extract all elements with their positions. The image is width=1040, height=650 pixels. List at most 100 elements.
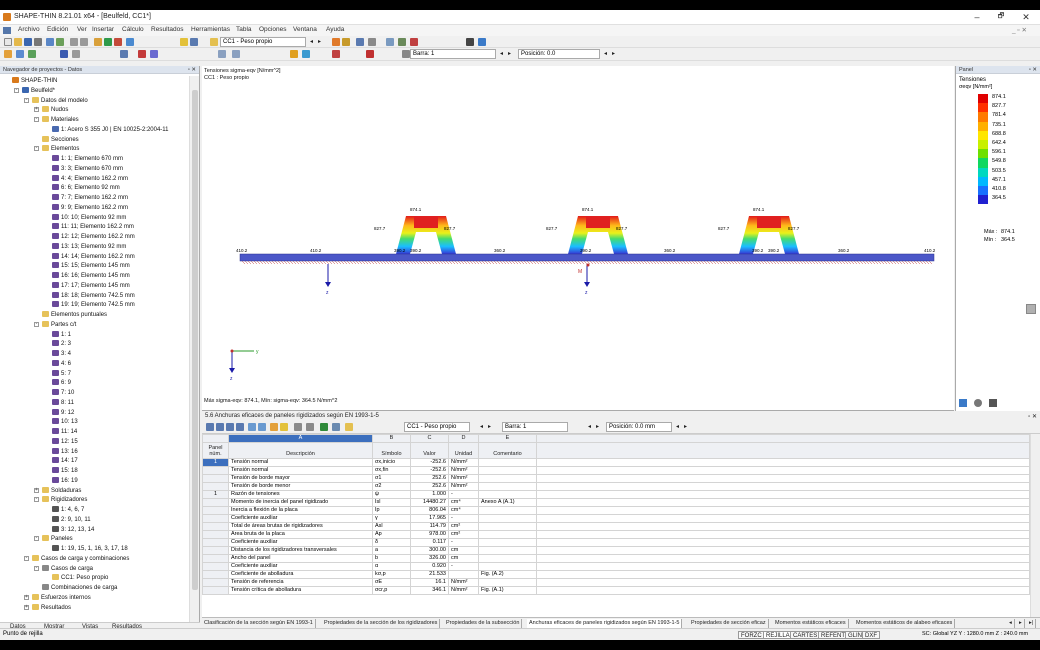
table-icon[interactable]	[46, 38, 54, 46]
panel-print-icon[interactable]	[1026, 304, 1036, 314]
table-cell-panel[interactable]	[202, 578, 229, 587]
restore-button[interactable]: 🗗	[990, 12, 1012, 23]
table-cell-description[interactable]: Ancho del panel	[228, 554, 373, 563]
tree-item[interactable]: 1: Acero S 355 J0 | EN 10025-2:2004-11	[52, 125, 169, 135]
tree-item[interactable]: Materiales	[42, 115, 79, 125]
table-cell-comment[interactable]	[478, 562, 537, 571]
collapse-icon[interactable]: -	[24, 555, 29, 561]
table-cell-description[interactable]: Coeficiente auxiliar	[228, 514, 373, 523]
table-row[interactable]: 1 Razón de tensiones ψ 1.000-	[202, 490, 1030, 499]
collapse-icon[interactable]: -	[34, 321, 39, 327]
expand-icon[interactable]: +	[34, 487, 39, 493]
snap-icon[interactable]	[72, 50, 80, 58]
table-row[interactable]: Coeficiente de abolladura kσ,p 21.533 Fig. …	[202, 570, 1030, 579]
table-cell-unit[interactable]: N/mm²	[448, 578, 479, 587]
expand-icon[interactable]: +	[34, 107, 39, 113]
values-icon[interactable]	[342, 38, 350, 46]
table-cell-panel[interactable]	[202, 554, 229, 563]
section-icon[interactable]	[356, 38, 364, 46]
table-cell-description[interactable]: Coeficiente auxiliar	[228, 538, 373, 547]
status-refent-button[interactable]: REFENT	[818, 631, 848, 639]
table-tool-3-icon[interactable]	[226, 423, 234, 431]
tree-item[interactable]: 12: 12; Elemento 162.2 mm	[52, 232, 135, 242]
table-cell-symbol[interactable]: σcr,p	[372, 586, 411, 595]
menu-opciones[interactable]: Opciones	[259, 26, 286, 33]
table-cell-value[interactable]: 252.6	[410, 474, 449, 483]
table-cell-comment[interactable]	[478, 466, 537, 475]
table-cell-panel[interactable]	[202, 482, 229, 491]
view-model-icon[interactable]	[180, 38, 188, 46]
expand-icon[interactable]: +	[24, 604, 29, 610]
table-cell-unit[interactable]: cm²	[448, 530, 479, 539]
table-controls[interactable]: ▫ ✕	[1028, 413, 1037, 420]
move-icon[interactable]	[16, 50, 24, 58]
node-icon[interactable]	[218, 50, 226, 58]
tree-item[interactable]: 6: 6; Elemento 92 mm	[52, 183, 120, 193]
settings-icon[interactable]	[478, 38, 486, 46]
table-cell-comment[interactable]: Fig. (A.1)	[478, 586, 537, 595]
tree-item[interactable]: 3: 4	[52, 349, 71, 359]
navigator-scrollbar[interactable]	[189, 76, 199, 622]
graphic-icon[interactable]	[56, 38, 64, 46]
sheet-tab-momentos-alabeo[interactable]: Momentos estáticos de alabeo eficaces	[854, 619, 956, 628]
table-cell-unit[interactable]: N/mm²	[448, 458, 479, 467]
tree-item[interactable]: 3: 3; Elemento 670 mm	[52, 164, 123, 174]
col-letter-b[interactable]: B	[372, 434, 411, 443]
tree-item[interactable]: Resultados	[32, 603, 71, 613]
prev-loadcase-icon[interactable]: ◂	[310, 38, 313, 45]
tree-item[interactable]: 13: 16	[52, 447, 78, 457]
tree-item[interactable]: 13: 13; Elemento 92 mm	[52, 242, 126, 252]
menu-archivo[interactable]: Archivo	[18, 26, 40, 33]
table-bar-select[interactable]: Barra: 1	[502, 422, 568, 432]
tree-item[interactable]: 16: 16; Elemento 145 mm	[52, 271, 130, 281]
collapse-icon[interactable]: -	[14, 87, 19, 93]
table-cell-description[interactable]: Distancia de los rigidizadores transvers…	[228, 546, 373, 555]
menu-herramientas[interactable]: Herramientas	[191, 26, 230, 33]
menu-tabla[interactable]: Tabla	[236, 26, 252, 33]
table-cell-symbol[interactable]: σx,fin	[372, 466, 411, 475]
table-cell-value[interactable]: 0.117	[410, 538, 449, 547]
sheet-tab-propiedades-subseccion[interactable]: Propiedades de la subsección	[444, 619, 523, 628]
next-bar-icon[interactable]: ▸	[508, 50, 511, 57]
table-tool-6-icon[interactable]	[258, 423, 266, 431]
tree-item[interactable]: 15: 18	[52, 466, 78, 476]
sheet-last-icon[interactable]: ▸|	[1027, 619, 1037, 628]
status-cartes-button[interactable]: CARTES	[790, 631, 821, 639]
menu-calculo[interactable]: Cálculo	[122, 26, 144, 33]
table-cell-comment[interactable]	[478, 522, 537, 531]
panel-chart-icon[interactable]	[959, 399, 967, 407]
status-rejilla-button[interactable]: REJILLA	[763, 631, 793, 639]
status-forzc-button[interactable]: FORZC	[738, 631, 765, 639]
collapse-icon[interactable]: -	[34, 146, 39, 152]
table-cell-unit[interactable]: -	[448, 514, 479, 523]
panel-eye-icon[interactable]	[974, 399, 982, 407]
table-tool-1-icon[interactable]	[206, 423, 214, 431]
minimize-button[interactable]: –	[966, 12, 988, 22]
menu-resultados[interactable]: Resultados	[151, 26, 184, 33]
axis-icon[interactable]	[60, 50, 68, 58]
table-cell-panel[interactable]	[202, 498, 229, 507]
tree-item[interactable]: SHAPE-THIN	[12, 76, 57, 86]
table-zoom-icon[interactable]	[332, 423, 340, 431]
print-icon[interactable]	[34, 38, 42, 46]
front-view-icon[interactable]	[120, 50, 128, 58]
tree-item[interactable]: 14: 17	[52, 456, 78, 466]
panel-settings-icon[interactable]	[989, 399, 997, 407]
render-icon[interactable]	[150, 50, 158, 58]
rotate-icon[interactable]	[28, 50, 36, 58]
table-row[interactable]: Coeficiente auxiliar γ 17.965-	[202, 514, 1030, 523]
table-cell-description[interactable]: Tensión de borde mayor	[228, 474, 373, 483]
tree-item[interactable]: Combinaciones de carga	[42, 583, 117, 593]
tree-item[interactable]: 6: 9	[52, 378, 71, 388]
tree-item[interactable]: Soldaduras	[42, 486, 81, 496]
table-prev-bar-icon[interactable]: ◂	[588, 423, 591, 430]
table-cell-description[interactable]: Tensión normal	[228, 466, 373, 475]
table-cell-comment[interactable]	[478, 554, 537, 563]
collapse-icon[interactable]: -	[34, 536, 39, 542]
table-cell-comment[interactable]	[478, 514, 537, 523]
tree-item[interactable]: Paneles	[42, 534, 73, 544]
prev-bar-icon[interactable]: ◂	[500, 50, 503, 57]
table-cell-symbol[interactable]: ψ	[372, 490, 411, 499]
tree-item[interactable]: 1: 1; Elemento 670 mm	[52, 154, 123, 164]
table-row[interactable]: Inercia a flexión de la placa Ip 806.04 cm⁴	[202, 506, 1030, 515]
